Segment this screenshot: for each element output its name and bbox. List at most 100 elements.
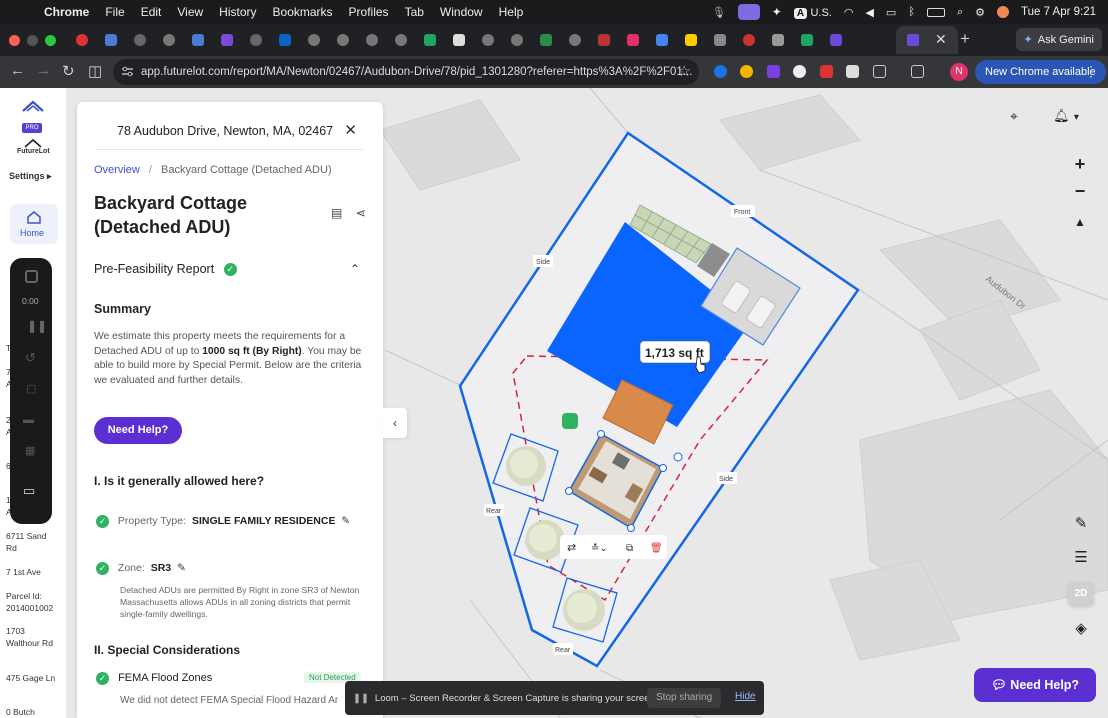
tab-favicon[interactable] (482, 34, 494, 46)
nearby-list-item[interactable]: 7A (6, 366, 12, 390)
nearby-list-item[interactable]: 6 (6, 460, 11, 472)
sparkle-icon[interactable]: ✦ (772, 5, 782, 19)
tab-search-icon[interactable] (911, 65, 924, 78)
menu-app-name[interactable]: Chrome (44, 5, 89, 19)
menu-bookmarks[interactable]: Bookmarks (273, 5, 333, 19)
new-tab-button[interactable]: + (960, 29, 970, 49)
menu-history[interactable]: History (219, 5, 256, 19)
microphone-icon[interactable]: 🎙 (712, 6, 726, 19)
tab-favicon[interactable] (221, 34, 233, 46)
menu-window[interactable]: Window (440, 5, 483, 19)
extension-icon[interactable] (793, 65, 806, 78)
swap-icon[interactable]: ⇄ (567, 541, 576, 554)
stop-recording-icon[interactable] (25, 270, 38, 283)
spotlight-search-icon[interactable]: ⌕ (957, 6, 963, 19)
nearby-list-item[interactable]: 1A (6, 494, 12, 518)
share-icon[interactable]: ⋖ (356, 206, 366, 220)
need-help-floating-button[interactable]: 💬︎ Need Help? (974, 668, 1096, 702)
notifications-button[interactable]: 🔔︎ ▾ (1043, 103, 1089, 129)
align-icon[interactable]: ≛⌄ (591, 542, 608, 554)
tab-favicon[interactable] (656, 34, 668, 46)
collapse-panel-button[interactable]: ‹ (383, 408, 407, 438)
nearby-list-item[interactable]: 2A (6, 414, 12, 438)
close-tab-icon[interactable]: ✕ (935, 31, 947, 48)
control-center-icon[interactable]: ⚙ (975, 6, 985, 19)
grid-icon[interactable]: ▦ (25, 444, 35, 457)
tab-favicon[interactable] (279, 34, 291, 46)
siri-icon[interactable] (996, 6, 1009, 18)
print-report-icon[interactable]: ▤ (331, 206, 342, 220)
bookmark-star-icon[interactable]: ☆ (678, 62, 691, 80)
tab-favicon[interactable] (511, 34, 523, 46)
prefeasibility-header[interactable]: Pre-Feasibility Report ✓ (94, 262, 237, 277)
tab-favicon[interactable] (743, 34, 755, 46)
window-minimize-button[interactable] (27, 34, 38, 46)
keyboard-input-icon[interactable]: A U.S. (793, 5, 832, 19)
tab-favicon[interactable] (598, 34, 610, 46)
bluetooth-icon[interactable]: ᛒ (908, 6, 915, 18)
tab-favicon[interactable] (366, 34, 378, 46)
tab-favicon[interactable] (540, 34, 552, 46)
delete-icon[interactable]: 🗑 (650, 542, 663, 554)
tab-favicon[interactable] (76, 34, 88, 46)
volume-icon[interactable]: ◀ (865, 6, 873, 19)
menu-tab[interactable]: Tab (405, 5, 424, 19)
tab-favicon[interactable] (424, 34, 436, 46)
sidebar-toggle-icon[interactable]: ◫ (88, 62, 102, 80)
extensions-puzzle-icon[interactable] (873, 65, 886, 78)
tab-favicon[interactable] (192, 34, 204, 46)
nearby-list-item[interactable]: 6711 Sand Rd (6, 530, 47, 554)
nearby-list-item[interactable]: 7 1st Ave (6, 566, 41, 578)
draw-icon[interactable]: ▬ (23, 414, 34, 426)
camera-icon[interactable]: ▭ (23, 483, 35, 499)
nearby-list-item[interactable]: 1703 Walthour Rd (6, 625, 53, 649)
duplicate-icon[interactable]: ⧉ (626, 543, 633, 554)
settings-menu[interactable]: Settings ▸ (9, 171, 52, 182)
pause-icon[interactable]: ❚❚ (27, 319, 47, 333)
reload-icon[interactable]: ↻ (62, 62, 75, 80)
tab-favicon[interactable] (134, 34, 146, 46)
window-close-button[interactable] (9, 34, 20, 46)
measure-tool-button[interactable]: ☰ (1066, 544, 1096, 572)
extension-icon[interactable] (846, 65, 859, 78)
nearby-list-item[interactable]: Parcel Id: 2014001002 (6, 590, 53, 614)
futurelot-logo-icon[interactable] (22, 99, 44, 113)
tab-favicon[interactable] (337, 34, 349, 46)
menu-profiles[interactable]: Profiles (349, 5, 389, 19)
screen-record-icon[interactable] (737, 4, 760, 20)
draw-tool-button[interactable]: ✎ (1066, 510, 1096, 538)
tab-favicon[interactable] (395, 34, 407, 46)
tab-favicon[interactable] (569, 34, 581, 46)
rotate-handle-icon[interactable] (562, 413, 578, 429)
wifi-icon[interactable]: ◠ (844, 6, 854, 19)
active-tab[interactable] (896, 26, 958, 54)
edit-pencil-icon[interactable]: ✎ (341, 515, 350, 527)
tab-favicon[interactable] (801, 34, 813, 46)
restart-icon[interactable]: ↺ (25, 350, 36, 366)
menu-edit[interactable]: Edit (141, 5, 162, 19)
address-search-value[interactable]: 78 Audubon Drive, Newton, MA, 02467 (117, 124, 333, 138)
zoom-out-button[interactable]: − (1066, 179, 1094, 205)
menu-help[interactable]: Help (499, 5, 524, 19)
ask-gemini-button[interactable]: ✦ Ask Gemini (1015, 28, 1102, 51)
battery-icon[interactable] (926, 7, 945, 17)
tab-favicon[interactable] (830, 34, 842, 46)
tab-favicon[interactable] (250, 34, 262, 46)
nearby-list-item[interactable]: T (6, 342, 11, 354)
back-arrow-icon[interactable]: ← (10, 62, 25, 79)
extension-icon[interactable] (740, 65, 753, 78)
address-search[interactable]: 78 Audubon Drive, Newton, MA, 02467 ✕ (95, 114, 363, 150)
tab-favicon[interactable] (627, 34, 639, 46)
zoom-in-button[interactable]: + (1066, 151, 1094, 177)
chrome-menu-icon[interactable]: ⋮ (1084, 63, 1098, 80)
clear-address-icon[interactable]: ✕ (344, 121, 357, 139)
tab-favicon[interactable] (714, 34, 726, 46)
menu-file[interactable]: File (105, 5, 124, 19)
tab-favicon[interactable] (163, 34, 175, 46)
tab-favicon[interactable] (772, 34, 784, 46)
extension-icon[interactable] (820, 65, 833, 78)
layers-button[interactable]: ◈ (1066, 615, 1096, 643)
nearby-list-item[interactable]: 0 Butch (6, 706, 35, 718)
compass-button[interactable]: ▲ (1066, 209, 1094, 235)
extension-icon[interactable] (714, 65, 727, 78)
